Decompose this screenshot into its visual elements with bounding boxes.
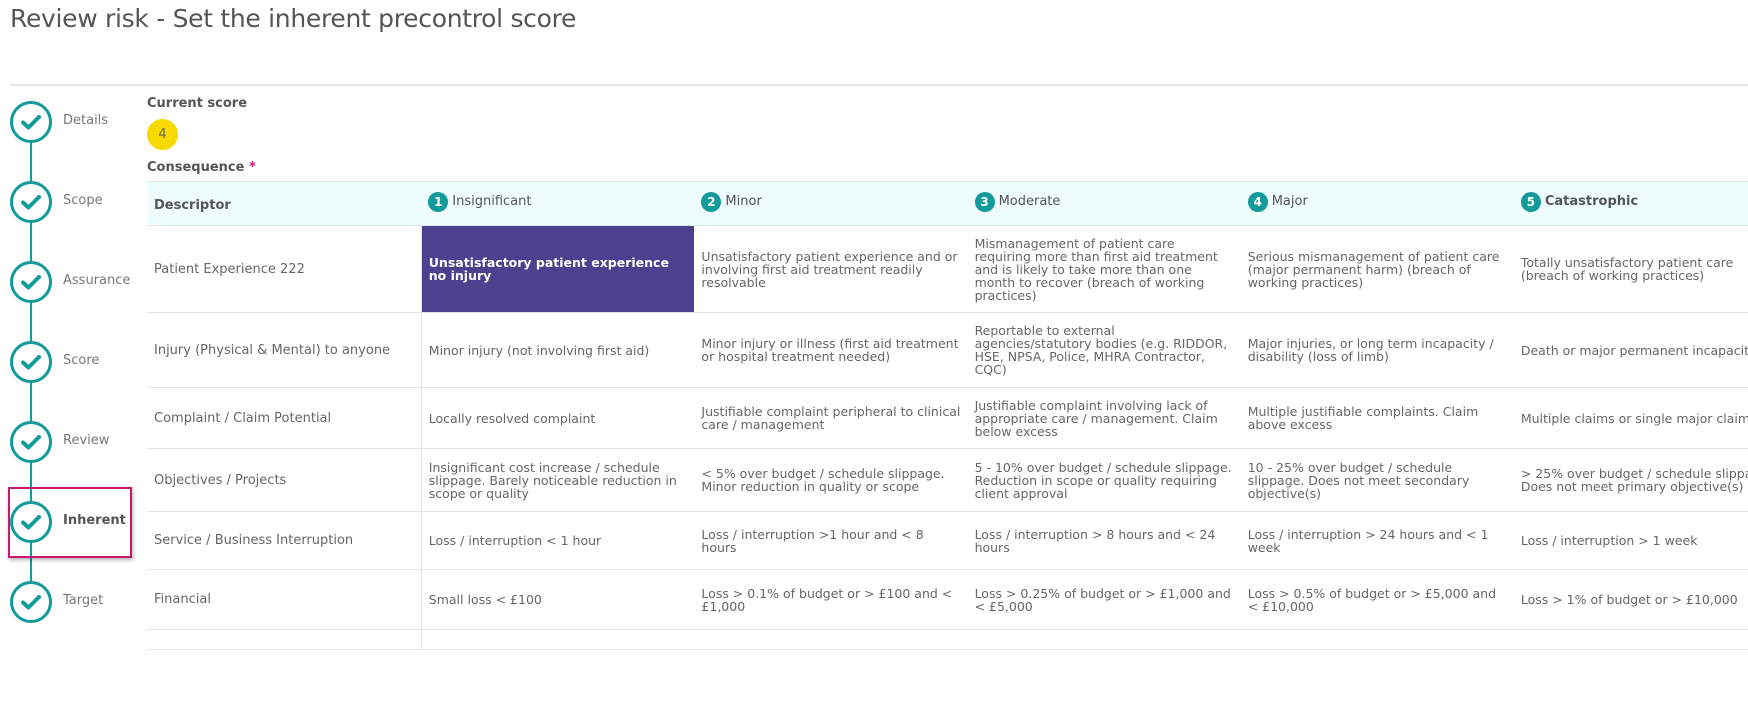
row-descriptor: Complaint / Claim Potential xyxy=(147,387,422,449)
table-row: Complaint / Claim Potential Locally reso… xyxy=(147,387,1748,449)
step-review[interactable]: Review xyxy=(10,420,135,464)
level-number-badge: 3 xyxy=(974,191,995,212)
step-complete-check-icon xyxy=(10,101,52,143)
level-label: Moderate xyxy=(998,194,1061,209)
step-target[interactable]: Target xyxy=(10,580,135,624)
table-row: Patient Experience 222 Unsatisfactory pa… xyxy=(147,225,1748,313)
consequence-cell-selected[interactable]: Unsatisfactory patient experience no inj… xyxy=(420,225,695,313)
empty-cell xyxy=(1513,629,1748,650)
consequence-cell[interactable]: 10 - 25% over budget / schedule slippage… xyxy=(1240,448,1514,512)
step-complete-check-icon xyxy=(10,501,52,543)
step-label: Target xyxy=(63,592,104,608)
current-score-label: Current score xyxy=(147,96,248,111)
level-number-badge: 4 xyxy=(1247,191,1268,212)
level-number-badge: 2 xyxy=(701,191,722,212)
level-header-major: 4 Major xyxy=(1240,181,1514,226)
required-marker: * xyxy=(248,160,256,175)
step-complete-check-icon xyxy=(10,181,52,223)
consequence-cell[interactable]: Loss > 1% of budget or > £10,000 xyxy=(1513,569,1748,630)
main-content: Current score 4 Consequence * Descriptor… xyxy=(147,96,1748,650)
step-complete-check-icon xyxy=(10,421,52,463)
consequence-cell[interactable]: Reportable to external agencies/statutor… xyxy=(967,312,1241,388)
consequence-label: Consequence * xyxy=(147,160,1748,175)
level-label: Minor xyxy=(725,194,762,209)
descriptor-header: Descriptor xyxy=(147,181,422,226)
consequence-cell[interactable]: Loss > 0.1% of budget or > £100 and < £1… xyxy=(694,569,968,630)
wizard-stepper: Details Scope Assurance Score Review Inh… xyxy=(0,100,140,720)
consequence-cell[interactable]: Small loss < £100 xyxy=(420,569,695,630)
empty-cell xyxy=(1240,629,1514,650)
consequence-cell[interactable]: Serious mismanagement of patient care (m… xyxy=(1240,225,1514,313)
step-scope[interactable]: Scope xyxy=(10,180,135,224)
consequence-cell[interactable]: Mismanagement of patient care requiring … xyxy=(967,225,1241,313)
level-header-insignificant: 1 Insignificant xyxy=(421,181,695,226)
row-descriptor: Injury (Physical & Mental) to anyone xyxy=(147,312,422,388)
consequence-cell[interactable]: Multiple claims or single major claim xyxy=(1513,387,1748,449)
level-label: Insignificant xyxy=(452,194,532,209)
level-number-badge: 1 xyxy=(428,191,449,212)
empty-cell xyxy=(147,629,422,650)
consequence-cell[interactable]: Death or major permanent incapacity xyxy=(1513,312,1748,388)
level-header-moderate: 3 Moderate xyxy=(967,181,1241,226)
consequence-cell[interactable]: Loss / interruption >1 hour and < 8 hour… xyxy=(694,511,968,570)
empty-cell xyxy=(967,629,1241,650)
level-label: Catastrophic xyxy=(1544,194,1639,209)
consequence-cell[interactable]: Loss / interruption > 24 hours and < 1 w… xyxy=(1240,511,1514,570)
step-assurance[interactable]: Assurance xyxy=(10,260,135,304)
step-score[interactable]: Score xyxy=(10,340,135,384)
table-row: Injury (Physical & Mental) to anyone Min… xyxy=(147,312,1748,388)
step-inherent[interactable]: Inherent xyxy=(10,500,135,544)
matrix-header-row: Descriptor 1 Insignificant 2 Minor 3 Modera… xyxy=(147,181,1748,226)
table-row: Service / Business Interruption Loss / i… xyxy=(147,511,1748,570)
consequence-cell[interactable]: Insignificant cost increase / schedule s… xyxy=(420,448,695,512)
consequence-cell[interactable]: Loss > 0.5% of budget or > £5,000 and < … xyxy=(1240,569,1514,630)
consequence-cell[interactable]: 5 - 10% over budget / schedule slippage.… xyxy=(967,448,1241,512)
empty-cell xyxy=(420,629,695,650)
step-complete-check-icon xyxy=(10,581,52,623)
table-row: Objectives / Projects Insignificant cost… xyxy=(147,448,1748,512)
table-row-partial xyxy=(147,629,1748,650)
consequence-matrix: Descriptor 1 Insignificant 2 Minor 3 Modera… xyxy=(147,181,1748,650)
step-label: Inherent xyxy=(63,512,126,528)
current-score-badge: 4 xyxy=(147,119,178,150)
table-row: Financial Small loss < £100 Loss > 0.1% … xyxy=(147,569,1748,630)
step-complete-check-icon xyxy=(10,261,52,303)
consequence-cell[interactable]: Minor injury or illness (first aid treat… xyxy=(694,312,968,388)
row-descriptor: Patient Experience 222 xyxy=(147,225,422,313)
consequence-label-text: Consequence xyxy=(147,160,245,175)
consequence-cell[interactable]: Totally unsatisfactory patient care (bre… xyxy=(1513,225,1748,313)
step-label: Details xyxy=(63,112,109,128)
consequence-cell[interactable]: Justifiable complaint peripheral to clin… xyxy=(694,387,968,449)
consequence-cell[interactable]: < 5% over budget / schedule slippage. Mi… xyxy=(694,448,968,512)
step-label: Review xyxy=(63,432,110,448)
consequence-cell[interactable]: Major injuries, or long term incapacity … xyxy=(1240,312,1514,388)
row-descriptor: Service / Business Interruption xyxy=(147,511,422,570)
consequence-cell[interactable]: Unsatisfactory patient experience and or… xyxy=(694,225,968,313)
step-label: Scope xyxy=(63,192,103,208)
page-title: Review risk - Set the inherent precontro… xyxy=(10,4,577,33)
level-label: Major xyxy=(1271,194,1308,209)
level-number-badge: 5 xyxy=(1520,191,1541,212)
step-complete-check-icon xyxy=(10,341,52,383)
row-descriptor: Objectives / Projects xyxy=(147,448,422,512)
level-header-catastrophic: 5 Catastrophic xyxy=(1513,181,1748,226)
title-divider xyxy=(10,84,1748,86)
consequence-cell[interactable]: Minor injury (not involving first aid) xyxy=(420,312,695,388)
consequence-cell[interactable]: Locally resolved complaint xyxy=(420,387,695,449)
consequence-cell[interactable]: Justifiable complaint involving lack of … xyxy=(967,387,1241,449)
step-label: Score xyxy=(63,352,100,368)
consequence-cell[interactable]: Loss > 0.25% of budget or > £1,000 and <… xyxy=(967,569,1241,630)
step-details[interactable]: Details xyxy=(10,100,135,144)
consequence-cell[interactable]: Loss / interruption > 1 week xyxy=(1513,511,1748,570)
row-descriptor: Financial xyxy=(147,569,422,630)
consequence-cell[interactable]: Multiple justifiable complaints. Claim a… xyxy=(1240,387,1514,449)
consequence-cell[interactable]: Loss / interruption > 8 hours and < 24 h… xyxy=(967,511,1241,570)
level-header-minor: 2 Minor xyxy=(694,181,968,226)
empty-cell xyxy=(694,629,968,650)
consequence-cell[interactable]: Loss / interruption < 1 hour xyxy=(420,511,695,570)
step-label: Assurance xyxy=(63,272,131,288)
consequence-cell[interactable]: > 25% over budget / schedule slippage. D… xyxy=(1513,448,1748,512)
